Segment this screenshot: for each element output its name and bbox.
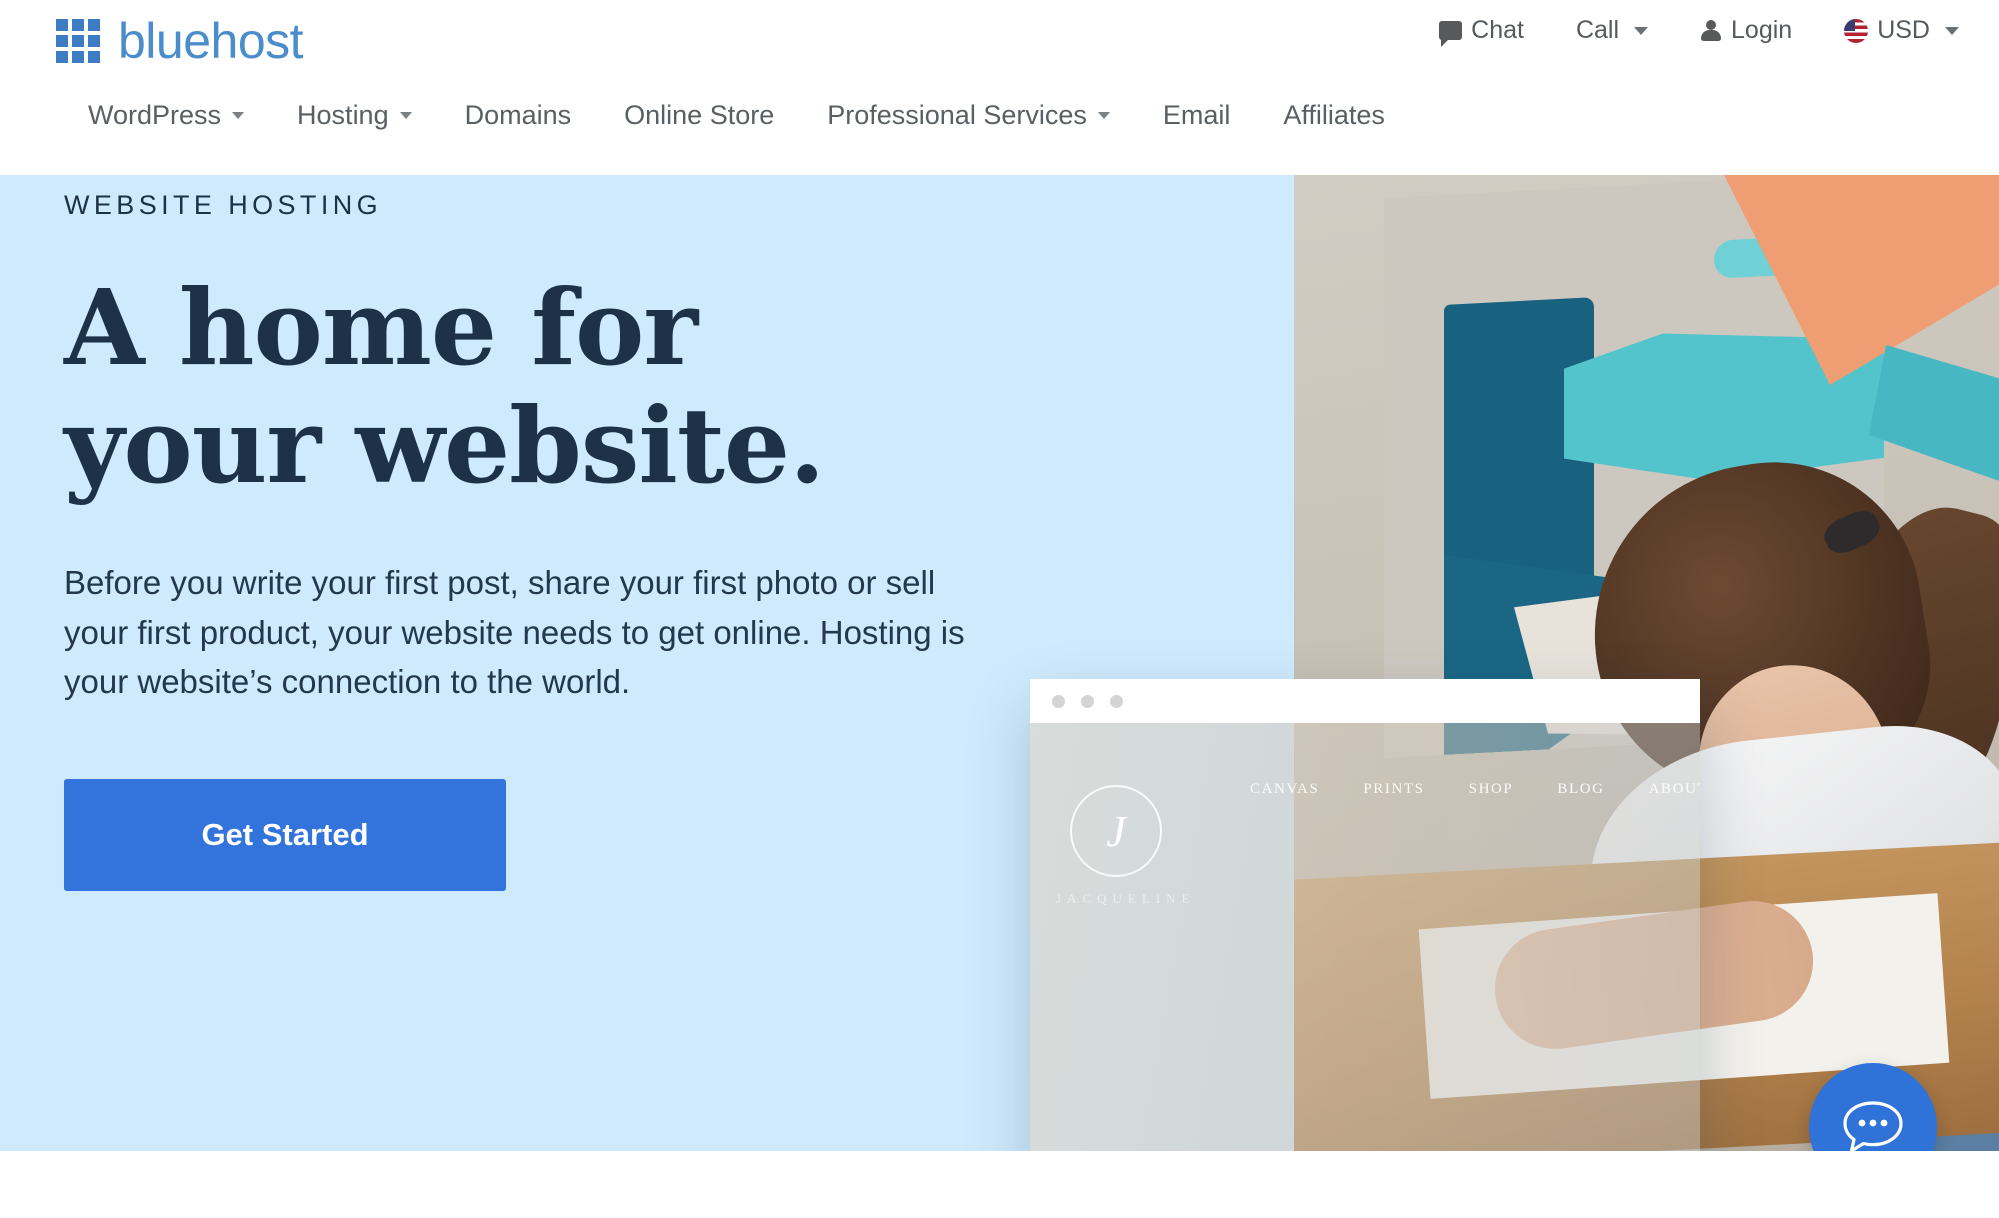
chevron-down-icon — [232, 112, 245, 119]
mock-nav-item-shop[interactable]: SHOP — [1469, 781, 1514, 798]
hero-copy: WEBSITE HOSTING A home for your website.… — [64, 190, 1024, 891]
browser-viewport: J JACQUELINE CANVAS PRINTS SHOP BLOG ABO… — [1030, 723, 1700, 1151]
page-body-area — [0, 1151, 1999, 1218]
get-started-button[interactable]: Get Started — [64, 778, 506, 891]
page-title: A home for your website. — [64, 269, 1024, 504]
nav-item-affiliates-label: Affiliates — [1283, 100, 1385, 130]
mock-nav-item-about-me[interactable]: ABOUT ME — [1649, 781, 1700, 798]
us-flag-icon — [1844, 18, 1869, 43]
nav-item-email[interactable]: Email — [1163, 100, 1284, 131]
utility-item-chat-label: Chat — [1471, 16, 1524, 44]
browser-dot-yellow — [1081, 694, 1094, 708]
nav-item-professional-services-label: Professional Services — [827, 100, 1087, 130]
browser-dot-red — [1052, 694, 1065, 708]
logo-wordmark: bluehost — [118, 13, 304, 69]
chat-bubble-dots-icon — [1843, 1101, 1903, 1151]
chevron-down-icon — [1945, 26, 1959, 35]
utility-item-chat[interactable]: Chat — [1439, 16, 1524, 47]
mock-nav-item-canvas[interactable]: CANVAS — [1250, 781, 1319, 798]
headline-line-1: A home for — [64, 266, 698, 389]
mock-site-brand: JACQUELINE — [1056, 891, 1196, 906]
chevron-down-icon — [399, 112, 412, 119]
chevron-down-icon — [1634, 26, 1649, 35]
chat-bubble-icon — [1439, 21, 1463, 47]
nav-item-professional-services[interactable]: Professional Services — [827, 100, 1163, 131]
nav-item-hosting[interactable]: Hosting — [297, 100, 465, 131]
utility-item-currency[interactable]: USD — [1844, 18, 1959, 43]
nav-item-domains-label: Domains — [464, 100, 572, 130]
chevron-down-icon — [1097, 112, 1110, 119]
mock-site-logo: J — [1070, 785, 1162, 877]
browser-title-bar — [1030, 679, 1700, 723]
hero-description: Before you write your first post, share … — [64, 564, 965, 701]
hero-eyebrow: WEBSITE HOSTING — [64, 190, 383, 220]
browser-dot-green — [1110, 694, 1123, 708]
nav-item-hosting-label: Hosting — [297, 100, 389, 130]
nav-item-affiliates[interactable]: Affiliates — [1283, 100, 1438, 131]
nav-item-wordpress[interactable]: WordPress — [88, 100, 297, 131]
site-header: bluehost Chat Call Login USD WordPress H… — [0, 0, 1999, 175]
utility-item-call[interactable]: Call — [1575, 16, 1649, 44]
utility-item-currency-label: USD — [1877, 16, 1930, 44]
hero-section: WEBSITE HOSTING A home for your website.… — [0, 175, 1999, 1151]
headline-line-2: your website. — [64, 383, 825, 507]
nav-item-online-store-label: Online Store — [624, 100, 775, 130]
mock-site-nav: CANVAS PRINTS SHOP BLOG ABOUT ME — [1250, 781, 1700, 798]
utility-item-login-label: Login — [1731, 16, 1793, 44]
nav-item-online-store[interactable]: Online Store — [624, 100, 827, 131]
nav-item-email-label: Email — [1162, 100, 1231, 130]
browser-mockup: J JACQUELINE CANVAS PRINTS SHOP BLOG ABO… — [1030, 679, 1700, 1151]
bluehost-logo[interactable]: bluehost — [56, 13, 304, 69]
nav-item-wordpress-label: WordPress — [88, 100, 222, 130]
utility-nav: Chat Call Login USD — [1439, 16, 1959, 47]
grid-squares-icon — [56, 19, 100, 63]
person-icon — [1700, 19, 1722, 42]
utility-item-call-label: Call — [1575, 16, 1620, 44]
nav-item-domains[interactable]: Domains — [465, 100, 625, 131]
utility-item-login[interactable]: Login — [1700, 18, 1792, 43]
mock-nav-item-blog[interactable]: BLOG — [1557, 781, 1604, 798]
mock-nav-item-prints[interactable]: PRINTS — [1363, 781, 1424, 798]
main-nav: WordPress Hosting Domains Online Store P… — [88, 100, 1438, 131]
